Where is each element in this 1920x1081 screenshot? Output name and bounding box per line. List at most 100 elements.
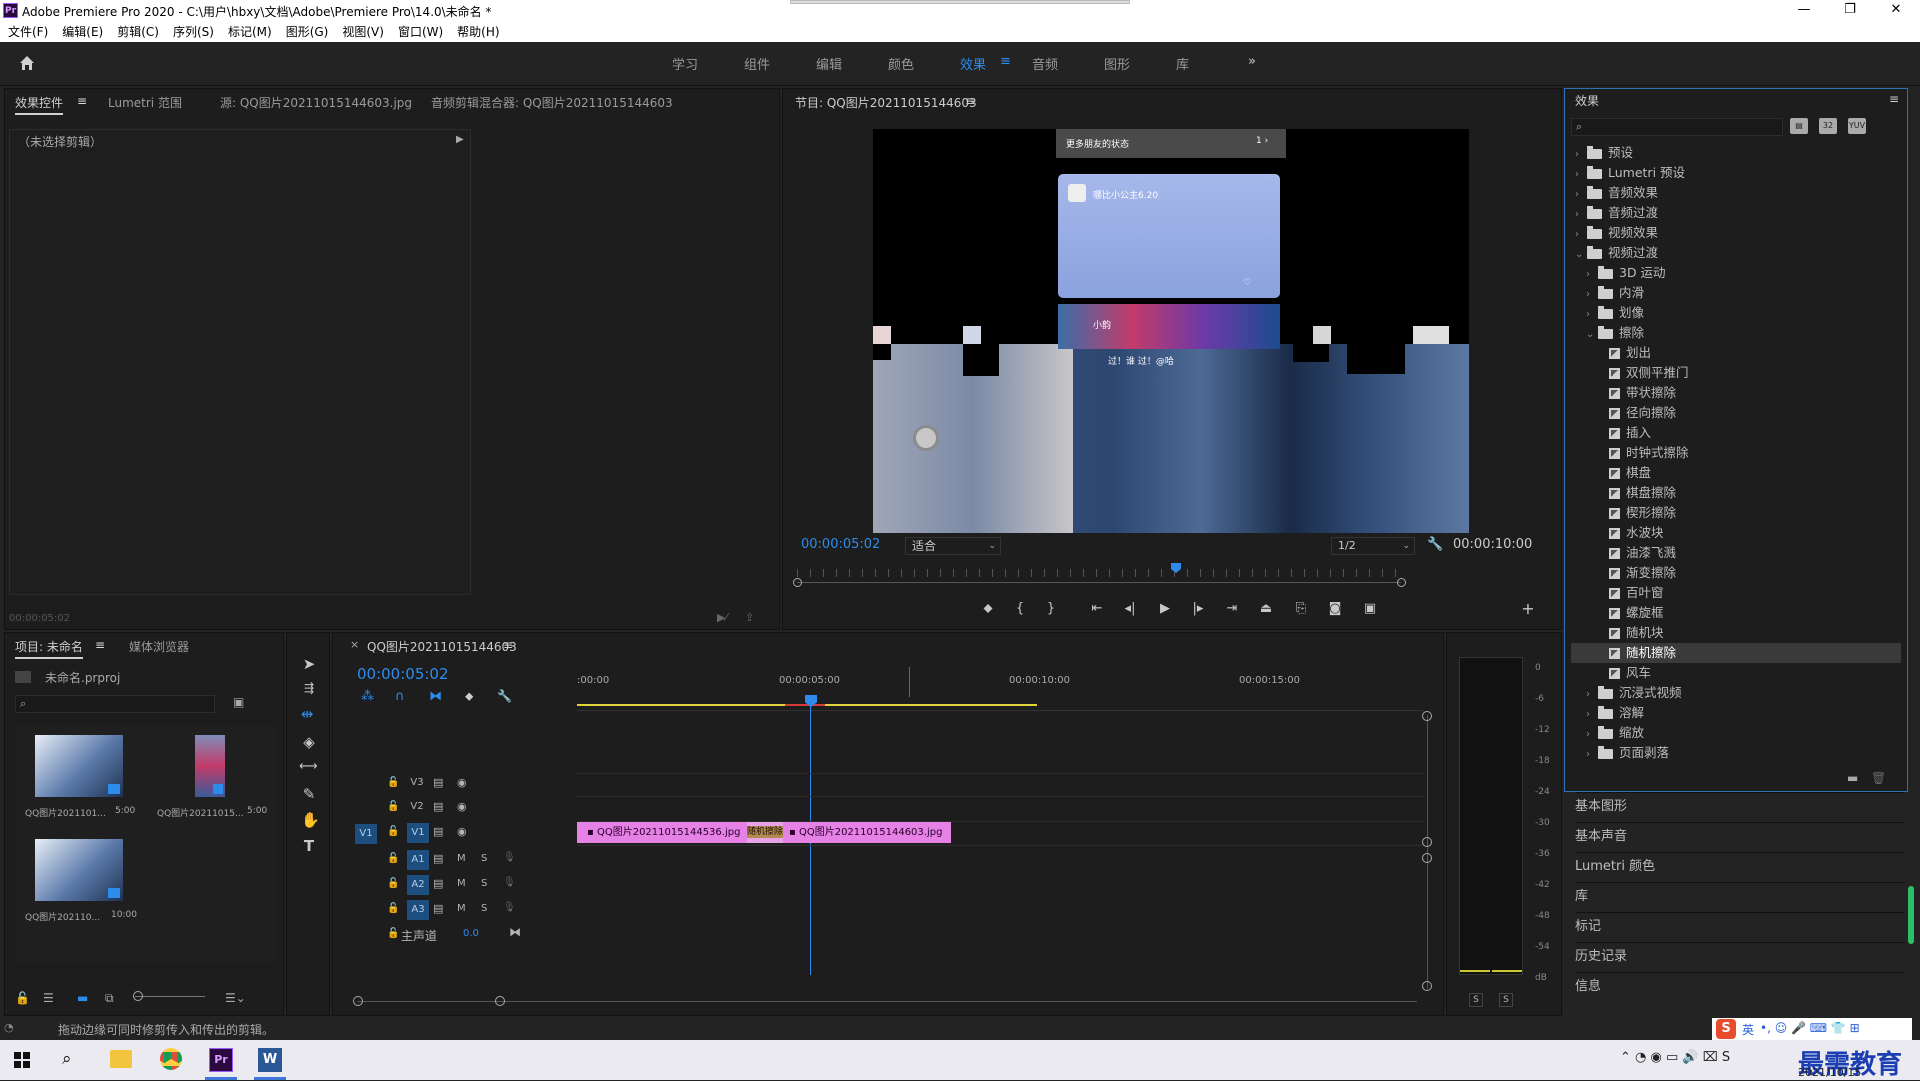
time-ruler[interactable]: :00:00 00:00:05:00 00:00:10:00 00:00:15:… (577, 667, 1423, 711)
scroll-handle[interactable] (1422, 837, 1432, 847)
word-icon[interactable]: W (258, 1048, 282, 1072)
home-icon[interactable] (18, 54, 36, 72)
lock-icon[interactable]: 🔓 (387, 777, 399, 788)
effect-item[interactable]: 油漆飞溅 (1571, 543, 1901, 563)
track-label[interactable]: A3 (407, 900, 429, 920)
effect-item[interactable]: 百叶窗 (1571, 583, 1901, 603)
video-frame[interactable]: 更多朋友的状态 1 › 哪比小公主6.20 ♡ 小韵 过！谁 过！@哈 (873, 129, 1469, 533)
mic-icon[interactable]: 🎙 (503, 877, 516, 888)
tab-source[interactable]: 源: QQ图片20211015144603.jpg (220, 94, 412, 111)
horizontal-scrollbar[interactable] (357, 1001, 1417, 1002)
share-icon[interactable]: ⇪ (745, 611, 754, 624)
vertical-scrollbar[interactable] (1427, 715, 1428, 989)
camera-icon[interactable]: ◙ (1326, 600, 1344, 618)
effect-item[interactable]: 渐变擦除 (1571, 563, 1901, 583)
play-icon[interactable]: ▶ (1156, 600, 1174, 618)
transition-clip[interactable]: 随机擦除 (747, 822, 783, 843)
search-icon[interactable]: ⌕ (62, 1049, 72, 1069)
menu-window[interactable]: 窗口(W) (398, 25, 443, 39)
project-search-input[interactable]: ⌕ (15, 695, 215, 713)
quality-select[interactable]: 1/2 ⌄ (1331, 537, 1415, 555)
solo-button[interactable]: S (481, 853, 487, 864)
side-scrollbar[interactable] (1908, 886, 1914, 944)
effect-item[interactable]: 时钟式擦除 (1571, 443, 1901, 463)
solo-button[interactable]: S (481, 903, 487, 914)
chevron-right-icon[interactable]: › (1575, 205, 1587, 225)
expand-arrow-icon[interactable]: ▶ (456, 134, 464, 145)
effect-item[interactable]: 风车 (1571, 663, 1901, 683)
ime-icons[interactable]: •, ☺ 🎤 ⌨ 👕 ⊞ (1760, 1021, 1860, 1035)
effect-item[interactable]: 楔形擦除 (1571, 503, 1901, 523)
lock-icon[interactable]: 🔓 (15, 991, 30, 1005)
zoom-handle-right[interactable] (1397, 578, 1406, 587)
effect-item[interactable]: 棋盘擦除 (1571, 483, 1901, 503)
chevron-right-icon[interactable]: › (1586, 305, 1598, 325)
timeline-tab[interactable]: QQ图片20211015144603 (367, 638, 517, 655)
track-label[interactable]: V2 (407, 797, 427, 817)
effect-item[interactable]: 带状擦除 (1571, 383, 1901, 403)
zoom-scrollbar[interactable] (797, 582, 1401, 583)
chevron-right-icon[interactable]: › (1586, 285, 1598, 305)
scroll-handle[interactable] (1422, 981, 1432, 991)
effect-item[interactable]: 双侧平推门 (1571, 363, 1901, 383)
project-thumbnail[interactable] (35, 735, 123, 797)
mark-out-icon[interactable]: } (1042, 600, 1060, 618)
panel-libraries[interactable]: 库 (1575, 882, 1905, 910)
export-frame-icon[interactable]: ▶⁄ (717, 611, 727, 624)
effect-item[interactable]: 随机擦除 (1571, 643, 1901, 663)
go-to-out-icon[interactable]: ⇥ (1223, 600, 1241, 618)
mute-button[interactable]: M (457, 853, 466, 864)
close-tab-icon[interactable]: × (350, 638, 359, 651)
track-label[interactable]: A2 (407, 875, 429, 895)
panel-markers[interactable]: 标记 (1575, 912, 1905, 940)
effects-folder[interactable]: › 沉浸式视频 (1571, 683, 1901, 703)
lift-icon[interactable]: ⏏ (1257, 600, 1275, 618)
more-workspaces-icon[interactable]: » (1248, 54, 1256, 69)
mute-button[interactable]: M (457, 878, 466, 889)
lock-icon[interactable]: 🔓 (387, 853, 399, 864)
workspace-libraries[interactable]: 库 (1176, 54, 1189, 73)
close-button[interactable]: ✕ (1873, 0, 1919, 22)
effect-item[interactable]: 插入 (1571, 423, 1901, 443)
chevron-right-icon[interactable]: › (1586, 685, 1598, 705)
workspace-audio[interactable]: 音频 (1032, 54, 1058, 73)
chevron-right-icon[interactable]: › (1586, 265, 1598, 285)
project-thumbnail[interactable] (35, 839, 123, 901)
chevron-right-icon[interactable]: › (1575, 145, 1587, 165)
zoom-slider[interactable] (135, 996, 205, 997)
effects-folder[interactable]: › 页面剥落 (1571, 743, 1901, 763)
selection-tool-icon[interactable]: ➤ (301, 655, 317, 673)
extract-icon[interactable]: ⎘ (1292, 600, 1310, 618)
razor-tool-icon[interactable]: ◈ (301, 733, 317, 751)
scroll-handle[interactable] (1422, 853, 1432, 863)
menu-help[interactable]: 帮助(H) (457, 25, 499, 39)
chevron-down-icon[interactable]: ⌄ (1575, 245, 1587, 265)
add-marker-icon[interactable]: ⬥ (979, 600, 997, 618)
effects-folder[interactable]: › 划像 (1571, 303, 1901, 323)
menu-file[interactable]: 文件(F) (8, 25, 48, 39)
chevron-right-icon[interactable]: › (1575, 165, 1587, 185)
add-button-icon[interactable]: + (1519, 600, 1537, 618)
effect-item[interactable]: 水波块 (1571, 523, 1901, 543)
sync-lock-icon[interactable]: ▤ (433, 776, 443, 789)
effects-folder[interactable]: › 溶解 (1571, 703, 1901, 723)
timeline-menu-icon[interactable]: ≡ (503, 638, 513, 652)
effect-item[interactable]: 螺旋框 (1571, 603, 1901, 623)
wrench-icon[interactable]: 🔧 (1427, 537, 1443, 552)
effects-folder[interactable]: › Lumetri 预设 (1571, 163, 1901, 183)
workspace-menu-icon[interactable]: ≡ (1000, 54, 1011, 69)
chevron-right-icon[interactable]: › (1586, 705, 1598, 725)
chevron-right-icon[interactable]: › (1586, 745, 1598, 765)
effects-search-input[interactable]: ⌕ (1571, 118, 1783, 136)
effect-item[interactable]: 棋盘 (1571, 463, 1901, 483)
program-monitor-title[interactable]: 节目: QQ图片20211015144603 (795, 94, 977, 111)
master-arrows-icon[interactable]: ⧓ (509, 925, 521, 939)
zoom-handle-left[interactable] (793, 578, 802, 587)
32bit-effects-icon[interactable]: 32 (1819, 118, 1837, 134)
windows-start-icon[interactable] (14, 1052, 30, 1068)
track-label[interactable]: V1 (407, 823, 429, 843)
solo-left-button[interactable]: S (1469, 993, 1483, 1007)
workspace-assembly[interactable]: 组件 (744, 54, 770, 73)
icon-view-icon[interactable]: ▬ (77, 991, 88, 1005)
panel-info[interactable]: 信息 (1575, 972, 1905, 1000)
